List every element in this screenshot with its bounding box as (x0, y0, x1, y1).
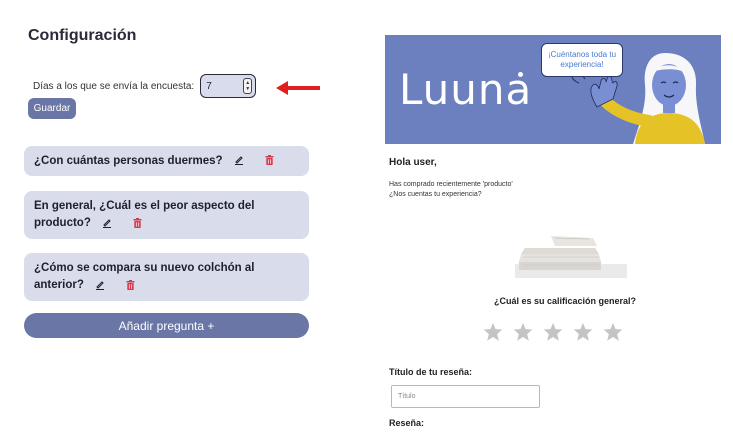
star-icon[interactable] (573, 322, 593, 342)
email-message-line: ¿Nos cuentas tu experiencia? (389, 191, 482, 198)
star-rating[interactable] (483, 322, 623, 342)
review-label: Reseña: (389, 418, 425, 428)
delete-icon[interactable] (133, 217, 142, 228)
email-banner: Luuna ¡Cuéntanos toda tu experiencia! (385, 35, 721, 144)
question-card: ¿Con cuántas personas duermes? (24, 146, 309, 176)
email-message: Has comprado recientemente 'producto' ¿N… (389, 180, 513, 200)
question-card: ¿Cómo se compara su nuevo colchón al ant… (24, 253, 309, 301)
review-title-label: Título de tu reseña: (389, 367, 473, 377)
page-title: Configuración (28, 27, 137, 44)
review-title-input[interactable]: Título (391, 385, 540, 408)
edit-icon[interactable] (102, 218, 112, 228)
save-button[interactable]: Guardar (28, 98, 76, 119)
survey-days-label: Días a los que se envía la encuesta: (33, 80, 195, 92)
star-icon[interactable] (603, 322, 623, 342)
brand-logo: Luuna (399, 65, 533, 114)
delete-icon[interactable] (126, 279, 135, 290)
email-greeting: Hola user, (389, 157, 437, 168)
pointer-arrow-icon (276, 81, 320, 95)
survey-days-row: Días a los que se envía la encuesta: 7 ▲… (33, 74, 257, 98)
question-card: En general, ¿Cuál es el peor aspecto del… (24, 191, 309, 239)
speech-bubble: ¡Cuéntanos toda tu experiencia! (541, 43, 623, 77)
product-image (515, 224, 627, 278)
brand-logo-dot (518, 72, 523, 77)
star-icon[interactable] (513, 322, 533, 342)
delete-icon[interactable] (265, 155, 274, 166)
spinner-down-icon[interactable]: ▼ (245, 86, 250, 92)
rating-question: ¿Cuál es su calificación general? (493, 296, 637, 306)
edit-icon[interactable] (95, 280, 105, 290)
question-text: ¿Con cuántas personas duermes? (34, 154, 223, 167)
survey-days-value: 7 (206, 80, 212, 92)
star-icon[interactable] (543, 322, 563, 342)
add-question-button[interactable]: Añadir pregunta + (24, 313, 309, 338)
email-message-line: Has comprado recientemente 'producto' (389, 181, 513, 188)
survey-days-input[interactable]: 7 ▲ ▼ (200, 74, 257, 98)
edit-icon[interactable] (234, 155, 244, 166)
question-text: En general, ¿Cuál es el peor aspecto del… (34, 200, 255, 229)
question-text: ¿Cómo se compara su nuevo colchón al ant… (34, 262, 255, 291)
number-spinner[interactable]: ▲ ▼ (243, 78, 253, 94)
star-icon[interactable] (483, 322, 503, 342)
